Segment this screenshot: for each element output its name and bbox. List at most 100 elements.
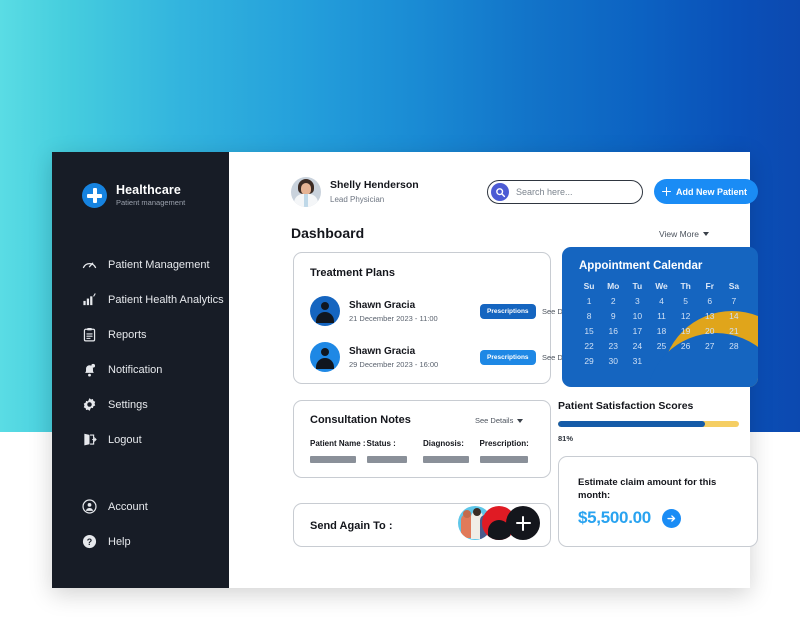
prescriptions-button[interactable]: Prescriptions — [480, 349, 536, 365]
plus-icon — [662, 187, 671, 196]
calendar-day[interactable]: 26 — [674, 341, 698, 351]
patient-avatar — [310, 342, 340, 372]
calendar-day[interactable]: 22 — [577, 341, 601, 351]
calendar-day[interactable]: 8 — [577, 311, 601, 321]
calendar-day-header: Su — [583, 281, 595, 291]
consultation-notes-card: Consultation Notes See Details Patient N… — [293, 400, 551, 478]
calendar-day[interactable]: 27 — [698, 341, 722, 351]
patient-name: Shawn Gracia — [349, 299, 416, 311]
notes-value-placeholder — [310, 456, 356, 463]
calendar-day[interactable]: 11 — [649, 311, 673, 321]
sidebar-item-notification[interactable]: Notification — [52, 352, 229, 387]
calendar-day[interactable]: 1 — [577, 296, 601, 306]
estimate-amount: $5,500.00 — [578, 508, 651, 527]
appointment-calendar-card: Appointment Calendar Su Mo Tu We Th Fr Sa 1 2 3 4 5… — [562, 247, 758, 387]
sidebar-item-patient-health-analytics[interactable]: Patient Health Analytics — [52, 282, 229, 317]
notes-value-placeholder — [366, 456, 407, 463]
notes-column-header: Patient Name : — [310, 439, 366, 448]
calendar-day[interactable]: 13 — [698, 311, 722, 321]
calendar-day-header: Tu — [632, 281, 643, 291]
view-more-button[interactable]: View More — [659, 229, 709, 239]
calendar-day[interactable]: 10 — [625, 311, 649, 321]
gear-icon — [82, 397, 97, 412]
bell-icon — [82, 362, 97, 377]
user-profile[interactable]: Shelly Henderson Lead Physician — [291, 177, 419, 207]
prescriptions-button[interactable]: Prescriptions — [480, 303, 536, 319]
sidebar-item-label: Settings — [108, 398, 148, 411]
calendar-day-header: Fr — [705, 281, 715, 291]
question-circle-icon: ? — [82, 534, 97, 549]
search-bar[interactable] — [487, 180, 643, 204]
arrow-right-icon[interactable] — [661, 508, 681, 528]
calendar-day[interactable]: 23 — [601, 341, 625, 351]
calendar-day[interactable]: 6 — [698, 296, 722, 306]
calendar-day[interactable]: 5 — [674, 296, 698, 306]
calendar-day[interactable]: 16 — [601, 326, 625, 336]
calendar-day[interactable]: 24 — [625, 341, 649, 351]
notes-column: Prescription: — [479, 439, 537, 463]
calendar-day[interactable]: 25 — [649, 341, 673, 351]
sidebar-item-patient-management[interactable]: Patient Management — [52, 247, 229, 282]
calendar-day[interactable]: 21 — [722, 326, 746, 336]
calendar-day[interactable]: 15 — [577, 326, 601, 336]
dashboard-screenshot: Healthcare Patient management Patient Ma… — [0, 0, 800, 640]
estimate-claim-card: Estimate claim amount for this month: $5… — [558, 456, 758, 547]
calendar-day[interactable]: 17 — [625, 326, 649, 336]
calendar-day[interactable]: 12 — [674, 311, 698, 321]
calendar-day[interactable]: 14 — [722, 311, 746, 321]
appointment-datetime: 29 December 2023 - 16:00 — [349, 359, 439, 369]
see-details-button[interactable]: See Details — [475, 416, 524, 425]
calendar-day[interactable]: 30 — [601, 356, 625, 366]
sidebar-item-logout[interactable]: Logout — [52, 422, 229, 457]
calendar-day[interactable]: 18 — [649, 326, 673, 336]
search-icon[interactable] — [491, 183, 509, 201]
calendar-grid: Su Mo Tu We Th Fr Sa 1 2 3 4 5 6 7 8 9 10 11 12 13 14 15 16 17 1… — [577, 281, 746, 366]
bar-chart-icon — [82, 292, 97, 307]
calendar-day[interactable]: 3 — [625, 296, 649, 306]
sidebar-item-label: Help — [108, 535, 131, 548]
brand-logo-block[interactable]: Healthcare Patient management — [52, 152, 229, 208]
calendar-day[interactable]: 19 — [674, 326, 698, 336]
notes-column: Status : — [366, 439, 424, 463]
medical-cross-icon — [82, 183, 107, 208]
sidebar-item-account[interactable]: Account — [52, 489, 229, 524]
notes-value-placeholder — [423, 456, 469, 463]
calendar-day[interactable]: 31 — [625, 356, 649, 366]
calendar-day[interactable]: 2 — [601, 296, 625, 306]
satisfaction-percent-label: 81% — [558, 434, 574, 443]
sidebar-item-reports[interactable]: Reports — [52, 317, 229, 352]
consultation-notes-title: Consultation Notes — [310, 414, 411, 426]
notes-value-placeholder — [479, 456, 528, 463]
consultation-notes-columns: Patient Name : Status : Diagnosis: Presc… — [310, 439, 536, 463]
calendar-day[interactable]: 29 — [577, 356, 601, 366]
calendar-day[interactable]: 20 — [698, 326, 722, 336]
treatment-plans-card: Treatment Plans Shawn Gracia 21 December… — [293, 252, 591, 384]
treatment-plan-row: Shawn Gracia 29 December 2023 - 16:00 Pr… — [310, 341, 591, 373]
add-new-patient-label: Add New Patient — [676, 186, 748, 197]
calendar-day[interactable]: 28 — [722, 341, 746, 351]
plus-icon — [515, 515, 531, 531]
calendar-day[interactable]: 4 — [649, 296, 673, 306]
profile-name: Shelly Henderson — [330, 179, 419, 192]
add-recipient-button[interactable] — [506, 506, 540, 540]
sidebar: Healthcare Patient management Patient Ma… — [52, 152, 229, 588]
sidebar-item-label: Patient Management — [108, 258, 210, 271]
sidebar-item-label: Patient Health Analytics — [108, 293, 224, 306]
add-new-patient-button[interactable]: Add New Patient — [654, 179, 759, 204]
sidebar-item-settings[interactable]: Settings — [52, 387, 229, 422]
sidebar-item-help[interactable]: ? Help — [52, 524, 229, 559]
calendar-day-header: Sa — [728, 281, 740, 291]
app-window: Healthcare Patient management Patient Ma… — [52, 152, 759, 588]
doctor-avatar — [291, 177, 321, 207]
estimate-amount-row: $5,500.00 — [578, 508, 681, 528]
user-circle-icon — [82, 499, 97, 514]
view-more-label: View More — [659, 229, 699, 239]
satisfaction-progress-track — [558, 421, 739, 427]
top-bar: Shelly Henderson Lead Physician Add New … — [229, 152, 759, 214]
calendar-day-header: Mo — [607, 281, 620, 291]
search-input[interactable] — [516, 187, 626, 197]
see-details-label: See Details — [475, 416, 514, 425]
calendar-day[interactable]: 7 — [722, 296, 746, 306]
estimate-claim-label: Estimate claim amount for this month: — [578, 477, 717, 502]
calendar-day[interactable]: 9 — [601, 311, 625, 321]
